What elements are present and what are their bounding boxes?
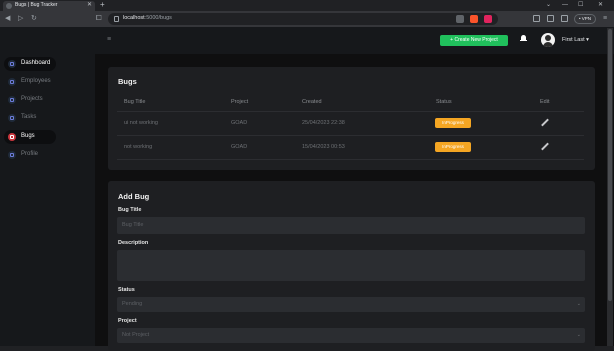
browser-menu-icon[interactable]: ≡ [603,13,607,25]
description-textarea[interactable] [117,250,585,281]
bug-title-cell: ui not working [124,120,158,126]
browser-tab-strip: Bugs | Bug Tracker ✕ + ⌄ — ☐ ✕ [0,0,614,11]
sidebar-icon[interactable] [547,15,554,22]
tab-favicon-icon [6,3,12,9]
projects-icon [8,96,16,104]
project-cell: GOAD [231,120,248,126]
bug-title-label: Bug Title [118,207,142,213]
sidebar-item-label: Employees [21,78,51,84]
window-close-icon[interactable]: ✕ [598,0,603,10]
sidebar-item-label: Bugs [21,133,35,139]
edit-icon[interactable] [541,142,549,151]
browser-toolbar: ◀ ▷ ↻ ⧠ localhost:5000/bugs • VPN ≡ [0,11,614,27]
bug-title-cell: not working [124,144,153,150]
project-cell: GOAD [231,144,248,150]
user-avatar[interactable] [541,33,555,47]
sidebar-item-label: Dashboard [21,60,51,66]
status-select-value: Pending [122,301,143,307]
maximize-icon[interactable]: ☐ [578,0,583,10]
tasks-icon [8,114,16,122]
bugs-card-title: Bugs [118,77,137,86]
brave-rewards-icon[interactable] [484,15,492,23]
tab-title: Bugs | Bug Tracker [15,2,58,8]
project-select[interactable]: Not Project ⌄ [117,328,585,343]
new-tab-icon[interactable]: + [100,0,105,10]
bug-icon [8,133,16,141]
tab-close-icon[interactable]: ✕ [87,1,92,8]
user-menu[interactable]: First Last ▾ [562,37,589,43]
site-info-icon[interactable] [114,16,119,22]
sidebar-item-label: Tasks [21,114,37,120]
sidebar: Dashboard Employees Projects Tasks Bugs … [0,27,95,346]
chevron-down-icon: ⌄ [576,301,581,307]
column-header-edit: Edit [540,99,550,105]
extensions-icon[interactable] [533,15,540,22]
url-text: localhost:5000/bugs [123,15,172,21]
status-badge: InProgress [435,118,471,128]
sidebar-item-projects[interactable]: Projects [4,93,56,107]
sidebar-item-dashboard[interactable]: Dashboard [4,57,56,71]
scrollbar-thumb[interactable] [608,29,612,301]
project-label: Project [118,318,137,324]
column-header-status: Status [436,99,452,105]
top-header: ≡ + Create New Project First Last ▾ [95,27,614,54]
browser-tab[interactable]: Bugs | Bug Tracker ✕ [3,1,95,11]
sidebar-item-label: Profile [21,151,39,157]
dashboard-icon [8,60,16,68]
sidebar-item-bugs[interactable]: Bugs [4,130,56,144]
status-badge: InProgress [435,142,471,152]
profile-icon [8,151,16,159]
created-cell: 15/04/2023 00:53 [302,144,345,150]
edit-icon[interactable] [541,118,549,127]
column-header-project: Project [231,99,249,105]
address-bar[interactable]: localhost:5000/bugs [108,13,498,25]
brave-shield-icon[interactable] [470,15,478,23]
hamburger-icon[interactable]: ≡ [107,36,111,43]
sidebar-item-employees[interactable]: Employees [4,75,56,89]
status-label: Status [118,287,135,293]
reload-icon[interactable]: ↻ [31,14,37,24]
bug-title-input[interactable]: Bug Title [117,217,585,234]
sidebar-item-profile[interactable]: Profile [4,148,56,162]
created-cell: 25/04/2023 22:38 [302,120,345,126]
back-icon[interactable]: ◀ [5,14,10,24]
forward-icon[interactable]: ▷ [18,14,23,24]
description-label: Description [118,240,149,246]
minimize-icon[interactable]: — [562,0,568,10]
employees-icon [8,78,16,86]
table-divider [117,111,584,112]
column-header-bug-title: Bug Title [124,99,146,105]
chevron-down-icon: ⌄ [576,332,581,338]
bugs-card: Bugs [108,67,595,170]
sidebar-item-tasks[interactable]: Tasks [4,111,56,125]
table-divider [117,135,584,136]
bug-title-placeholder: Bug Title [122,222,144,228]
project-select-value: Not Project [122,332,150,338]
notification-bell-icon[interactable] [520,35,527,43]
sidebar-item-label: Projects [21,96,43,102]
bookmark-icon[interactable]: ⧠ [96,14,102,24]
column-header-created: Created [302,99,322,105]
tab-search-icon[interactable]: ⌄ [546,0,551,10]
create-project-button[interactable]: + Create New Project [440,35,508,46]
add-bug-title: Add Bug [118,192,150,201]
wallet-icon[interactable] [561,15,568,22]
vpn-button[interactable]: • VPN [574,14,596,24]
share-icon[interactable] [456,15,464,23]
page-scrollbar[interactable] [607,28,613,346]
status-select[interactable]: Pending ⌄ [117,297,585,312]
table-divider [117,159,584,160]
